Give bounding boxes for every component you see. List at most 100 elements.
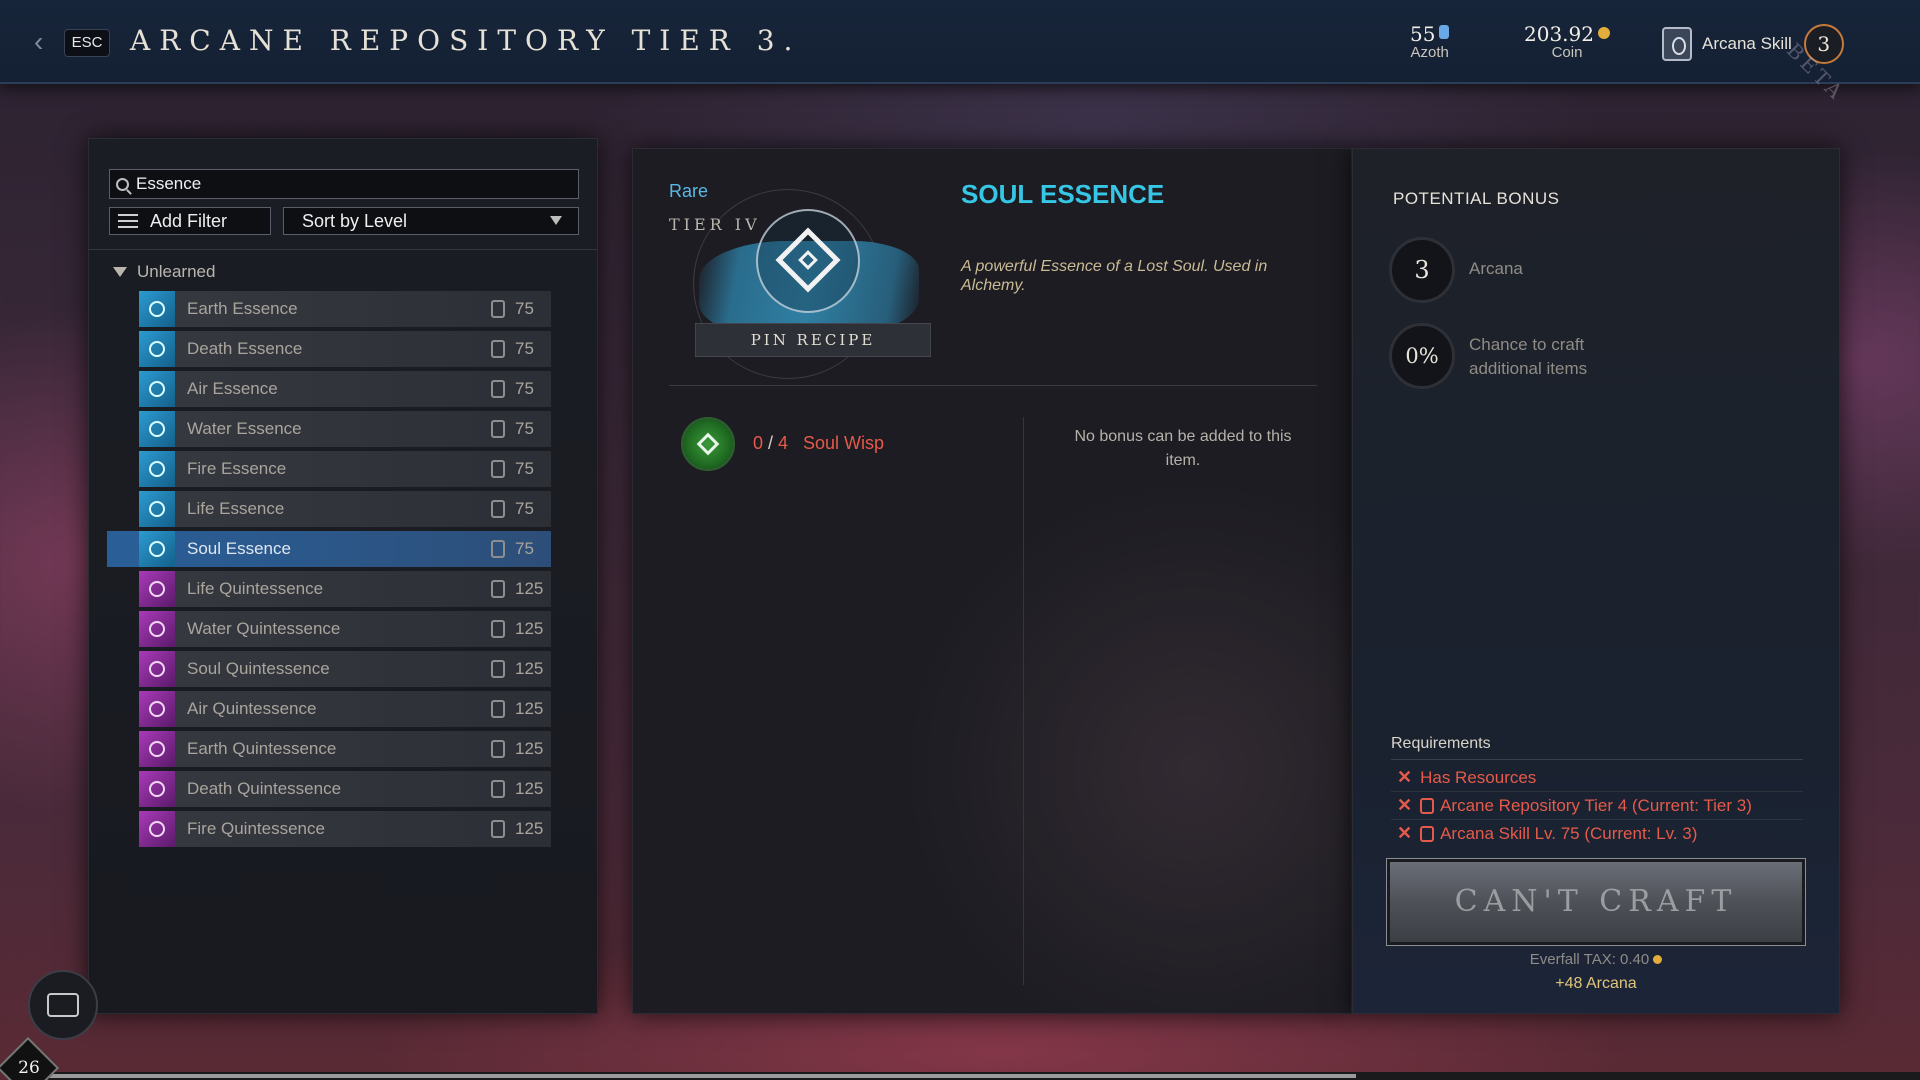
divider (1391, 791, 1803, 792)
coin-currency: 203.92 Coin (1524, 22, 1610, 61)
pin-recipe-button[interactable]: PIN RECIPE (695, 323, 931, 357)
chat-bubble-icon (47, 993, 79, 1017)
spellbook-icon (491, 340, 505, 358)
recipe-level: 125 (515, 739, 544, 758)
spellbook-icon (491, 460, 505, 478)
sort-label: Sort by Level (302, 210, 408, 231)
requirement-item: ✕ Arcana Skill Lv. 75 (Current: Lv. 3) (1397, 823, 1698, 843)
quintessence-icon (139, 611, 175, 647)
azoth-value: 55 (1410, 22, 1436, 46)
quintessence-icon (139, 691, 175, 727)
recipe-level: 75 (515, 339, 534, 358)
xp-gain: +48 Arcana (1555, 975, 1637, 992)
craft-button[interactable]: CAN'T CRAFT (1386, 858, 1806, 946)
spellbook-icon (491, 580, 505, 598)
recipe-level: 75 (515, 379, 534, 398)
divider (1391, 759, 1803, 760)
tax-label: Everfall TAX: 0.40 (1529, 951, 1650, 968)
spellbook-icon (491, 660, 505, 678)
recipe-name: Air Quintessence (187, 699, 317, 718)
recipe-name: Earth Quintessence (187, 739, 337, 758)
top-bar: ‹ ESC ARCANE REPOSITORY TIER 3. 55 Azoth… (0, 0, 1920, 106)
recipe-row[interactable]: Water Essence 75 (139, 411, 551, 447)
recipe-row[interactable]: Life Quintessence 125 (139, 571, 551, 607)
recipe-name: Water Essence (187, 419, 302, 438)
recipe-row[interactable]: Death Essence 75 (139, 331, 551, 367)
recipe-name: Life Quintessence (187, 579, 324, 598)
recipe-browser: Add Filter Sort by Level Unlearned Earth… (88, 138, 598, 1014)
essence-icon (139, 451, 175, 487)
spellbook-icon (491, 380, 505, 398)
essence-icon (139, 491, 175, 527)
spellbook-icon (491, 420, 505, 438)
bonus-panel: POTENTIAL BONUS 3 Arcana 0% Chance to cr… (1352, 148, 1840, 1014)
quintessence-icon (139, 771, 175, 807)
recipe-row[interactable]: Water Quintessence 125 (139, 611, 551, 647)
fail-x-icon: ✕ (1397, 767, 1413, 787)
recipe-row[interactable]: Earth Quintessence 125 (139, 731, 551, 767)
recipe-row[interactable]: Soul Essence 75 (107, 531, 551, 567)
recipe-row[interactable]: Fire Essence 75 (139, 451, 551, 487)
recipe-row[interactable]: Earth Essence 75 (139, 291, 551, 327)
recipe-row[interactable]: Soul Quintessence 125 (139, 651, 551, 687)
spellbook-icon (1662, 27, 1692, 61)
recipe-row[interactable]: Air Quintessence 125 (139, 691, 551, 727)
recipe-row[interactable]: Death Quintessence 125 (139, 771, 551, 807)
requirement-item: ✕ Has Resources (1397, 767, 1537, 787)
recipe-list: Earth Essence 75 Death Essence 75 Air Essenc… (107, 291, 551, 851)
divider (1023, 417, 1024, 985)
recipe-name: Soul Quintessence (187, 659, 330, 678)
divider (1391, 819, 1803, 820)
recipe-name: Water Quintessence (187, 619, 341, 638)
recipe-name: Fire Essence (187, 459, 287, 478)
spellbook-icon (491, 540, 505, 558)
bonus-title: POTENTIAL BONUS (1393, 189, 1560, 208)
ingredient-name: Soul Wisp (803, 433, 885, 453)
item-tier: TIER IV (669, 215, 761, 234)
group-label: Unlearned (137, 262, 216, 281)
arcana-bonus-label: Arcana (1469, 259, 1523, 278)
xp-progress-fill (40, 1074, 1356, 1078)
search-box[interactable] (109, 169, 579, 199)
azoth-icon (1439, 25, 1450, 39)
recipe-level: 125 (515, 659, 544, 678)
coin-icon (1597, 27, 1610, 39)
recipe-level: 75 (515, 299, 534, 318)
recipe-row[interactable]: Life Essence 75 (139, 491, 551, 527)
recipe-level: 75 (515, 539, 534, 558)
recipe-name: Death Essence (187, 339, 303, 358)
page-title: ARCANE REPOSITORY TIER 3. (130, 24, 802, 57)
recipe-row[interactable]: Air Essence 75 (139, 371, 551, 407)
search-input[interactable] (136, 174, 556, 194)
item-description: A powerful Essence of a Lost Soul. Used … (961, 258, 1268, 294)
chat-button[interactable] (28, 970, 98, 1040)
essence-icon (139, 411, 175, 447)
item-rarity: Rare (669, 181, 709, 201)
coin-value: 203.92 (1524, 22, 1594, 46)
quintessence-icon (139, 811, 175, 847)
recipe-row[interactable]: Fire Quintessence 125 (139, 811, 551, 847)
soul-wisp-icon[interactable] (681, 417, 735, 471)
divider (669, 385, 1317, 386)
recipe-level: 75 (515, 459, 534, 478)
spellbook-icon (491, 300, 505, 318)
item-name: SOUL ESSENCE (961, 179, 1165, 209)
essence-icon (139, 371, 175, 407)
sort-dropdown[interactable]: Sort by Level (283, 207, 579, 235)
essence-icon (139, 531, 175, 567)
back-chevron-icon[interactable]: ‹ (34, 28, 50, 56)
recipe-name: Death Quintessence (187, 779, 342, 798)
add-filter-button[interactable]: Add Filter (109, 207, 271, 235)
spellbook-icon (491, 740, 505, 758)
fail-x-icon: ✕ (1397, 823, 1413, 843)
spellbook-icon (491, 780, 505, 798)
spellbook-icon (491, 700, 505, 718)
quintessence-icon (139, 731, 175, 767)
recipe-name: Soul Essence (187, 539, 291, 558)
coin-icon (1653, 955, 1663, 964)
ingredient-have: 0 (753, 433, 764, 453)
esc-button[interactable]: ESC (64, 29, 110, 57)
group-header-unlearned[interactable]: Unlearned (113, 261, 215, 283)
requirement-item: ✕ Arcane Repository Tier 4 (Current: Tie… (1397, 795, 1752, 815)
azoth-currency: 55 Azoth (1410, 22, 1450, 61)
